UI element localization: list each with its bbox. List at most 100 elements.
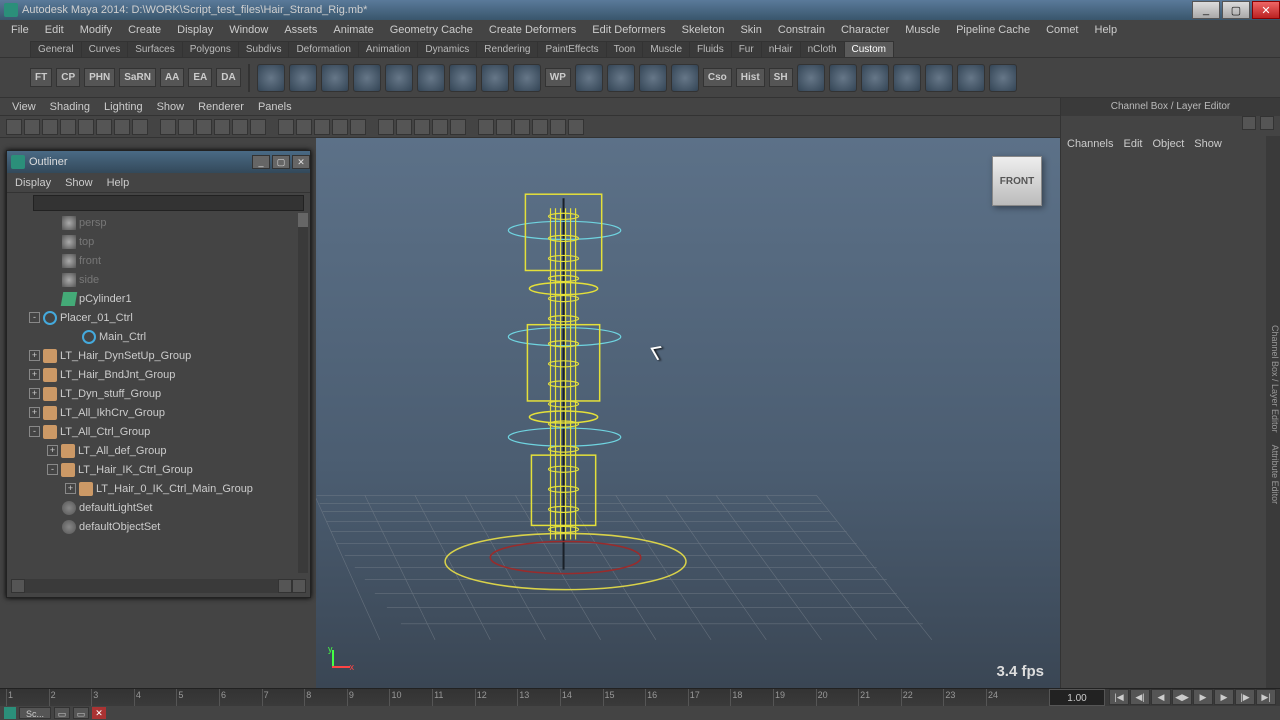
shelf-tab-painteffects[interactable]: PaintEffects bbox=[537, 41, 606, 57]
menu-edit-deformers[interactable]: Edit Deformers bbox=[585, 22, 672, 38]
outliner-titlebar[interactable]: Outliner _ ▢ ✕ bbox=[7, 151, 310, 173]
shelf-icon[interactable] bbox=[957, 64, 985, 92]
menu-constrain[interactable]: Constrain bbox=[771, 22, 832, 38]
step-back-button[interactable]: ◀ bbox=[1151, 689, 1171, 705]
outliner-search-input[interactable] bbox=[33, 195, 304, 211]
viewport-tool-icon[interactable] bbox=[450, 119, 466, 135]
outliner-item[interactable]: Main_Ctrl bbox=[11, 327, 296, 346]
panel-menu-show[interactable]: Show bbox=[151, 100, 191, 114]
menu-skeleton[interactable]: Skeleton bbox=[675, 22, 732, 38]
shelf-tab-toon[interactable]: Toon bbox=[606, 41, 644, 57]
shelf-btn-cso[interactable]: Cso bbox=[703, 68, 732, 87]
outliner-item[interactable]: front bbox=[11, 251, 296, 270]
shelf-tab-nhair[interactable]: nHair bbox=[761, 41, 801, 57]
shelf-icon[interactable] bbox=[861, 64, 889, 92]
viewport-tool-icon[interactable] bbox=[96, 119, 112, 135]
scroll-right-button[interactable] bbox=[292, 579, 306, 593]
shelf-icon[interactable] bbox=[449, 64, 477, 92]
shelf-tab-dynamics[interactable]: Dynamics bbox=[417, 41, 477, 57]
viewport-tool-icon[interactable] bbox=[42, 119, 58, 135]
current-frame[interactable]: 1.00 bbox=[1049, 689, 1105, 706]
attribute-editor-strip[interactable]: Channel Box / Layer Editor Attribute Edi… bbox=[1266, 136, 1280, 688]
menu-comet[interactable]: Comet bbox=[1039, 22, 1085, 38]
outliner-item[interactable]: defaultLightSet bbox=[11, 498, 296, 517]
shelf-btn-aa[interactable]: AA bbox=[160, 68, 184, 87]
panel-menu-lighting[interactable]: Lighting bbox=[98, 100, 149, 114]
viewport-tool-icon[interactable] bbox=[550, 119, 566, 135]
step-back-key-button[interactable]: ◀| bbox=[1130, 689, 1150, 705]
menu-assets[interactable]: Assets bbox=[277, 22, 324, 38]
shelf-tab-polygons[interactable]: Polygons bbox=[182, 41, 239, 57]
viewport-tool-icon[interactable] bbox=[496, 119, 512, 135]
expand-toggle[interactable]: + bbox=[29, 350, 40, 361]
viewport-tool-icon[interactable] bbox=[178, 119, 194, 135]
viewport-tool-icon[interactable] bbox=[478, 119, 494, 135]
menu-skin[interactable]: Skin bbox=[733, 22, 768, 38]
menu-modify[interactable]: Modify bbox=[73, 22, 119, 38]
shelf-tab-fur[interactable]: Fur bbox=[731, 41, 762, 57]
shelf-btn-phn[interactable]: PHN bbox=[84, 68, 115, 87]
menu-create[interactable]: Create bbox=[121, 22, 168, 38]
outliner-item[interactable]: +LT_Hair_0_IK_Ctrl_Main_Group bbox=[11, 479, 296, 498]
menu-animate[interactable]: Animate bbox=[326, 22, 380, 38]
outliner-max-button[interactable]: ▢ bbox=[272, 155, 290, 169]
shelf-btn-ea[interactable]: EA bbox=[188, 68, 212, 87]
viewport-tool-icon[interactable] bbox=[396, 119, 412, 135]
viewport-tool-icon[interactable] bbox=[532, 119, 548, 135]
scroll-right-button[interactable] bbox=[278, 579, 292, 593]
viewport-tool-icon[interactable] bbox=[214, 119, 230, 135]
panel-menu-shading[interactable]: Shading bbox=[44, 100, 96, 114]
outliner-scrollbar[interactable] bbox=[298, 213, 308, 573]
viewport-tool-icon[interactable] bbox=[432, 119, 448, 135]
shelf-icon[interactable] bbox=[671, 64, 699, 92]
outliner-item[interactable]: +LT_Dyn_stuff_Group bbox=[11, 384, 296, 403]
viewport-tool-icon[interactable] bbox=[60, 119, 76, 135]
menu-window[interactable]: Window bbox=[222, 22, 275, 38]
go-to-start-button[interactable]: |◀ bbox=[1109, 689, 1129, 705]
shelf-icon[interactable] bbox=[481, 64, 509, 92]
outliner-item[interactable]: +LT_All_IkhCrv_Group bbox=[11, 403, 296, 422]
viewport-tool-icon[interactable] bbox=[278, 119, 294, 135]
viewport-tool-icon[interactable] bbox=[114, 119, 130, 135]
outliner-item[interactable]: +LT_All_def_Group bbox=[11, 441, 296, 460]
shelf-tab-muscle[interactable]: Muscle bbox=[642, 41, 690, 57]
menu-help[interactable]: Help bbox=[1088, 22, 1125, 38]
shelf-icon[interactable] bbox=[353, 64, 381, 92]
viewport-tool-icon[interactable] bbox=[160, 119, 176, 135]
channel-tab-channels[interactable]: Channels bbox=[1067, 138, 1113, 150]
shelf-btn-wp[interactable]: WP bbox=[545, 68, 571, 87]
outliner-menu-show[interactable]: Show bbox=[65, 177, 93, 189]
shelf-icon[interactable] bbox=[257, 64, 285, 92]
shelf-icon[interactable] bbox=[513, 64, 541, 92]
outliner-hscroll[interactable] bbox=[11, 579, 306, 593]
channel-tab-edit[interactable]: Edit bbox=[1123, 138, 1142, 150]
outliner-item[interactable]: +LT_Hair_BndJnt_Group bbox=[11, 365, 296, 384]
menu-file[interactable]: File bbox=[4, 22, 36, 38]
outliner-item[interactable]: -LT_All_Ctrl_Group bbox=[11, 422, 296, 441]
viewport-tool-icon[interactable] bbox=[232, 119, 248, 135]
outliner-menu-display[interactable]: Display bbox=[15, 177, 51, 189]
shelf-tab-deformation[interactable]: Deformation bbox=[288, 41, 358, 57]
outliner-item[interactable]: -LT_Hair_IK_Ctrl_Group bbox=[11, 460, 296, 479]
outliner-item[interactable]: persp bbox=[11, 213, 296, 232]
shelf-icon[interactable] bbox=[385, 64, 413, 92]
scroll-left-button[interactable] bbox=[11, 579, 25, 593]
outliner-close-button[interactable]: ✕ bbox=[292, 155, 310, 169]
menu-create-deformers[interactable]: Create Deformers bbox=[482, 22, 583, 38]
viewport-tool-icon[interactable] bbox=[568, 119, 584, 135]
viewport-tool-icon[interactable] bbox=[78, 119, 94, 135]
shelf-icon[interactable] bbox=[289, 64, 317, 92]
minimize-button[interactable]: _ bbox=[1192, 1, 1220, 19]
viewport-tool-icon[interactable] bbox=[314, 119, 330, 135]
shelf-icon[interactable] bbox=[607, 64, 635, 92]
channel-icon[interactable] bbox=[1260, 116, 1274, 130]
shelf-icon[interactable] bbox=[575, 64, 603, 92]
outliner-item[interactable]: side bbox=[11, 270, 296, 289]
shelf-icon[interactable] bbox=[925, 64, 953, 92]
expand-toggle[interactable]: + bbox=[65, 483, 76, 494]
shelf-icon[interactable] bbox=[797, 64, 825, 92]
view-cube[interactable]: FRONT bbox=[992, 156, 1042, 206]
play-button[interactable]: ▶ bbox=[1193, 689, 1213, 705]
task-button[interactable]: ▭ bbox=[73, 707, 89, 719]
maximize-button[interactable]: ▢ bbox=[1222, 1, 1250, 19]
